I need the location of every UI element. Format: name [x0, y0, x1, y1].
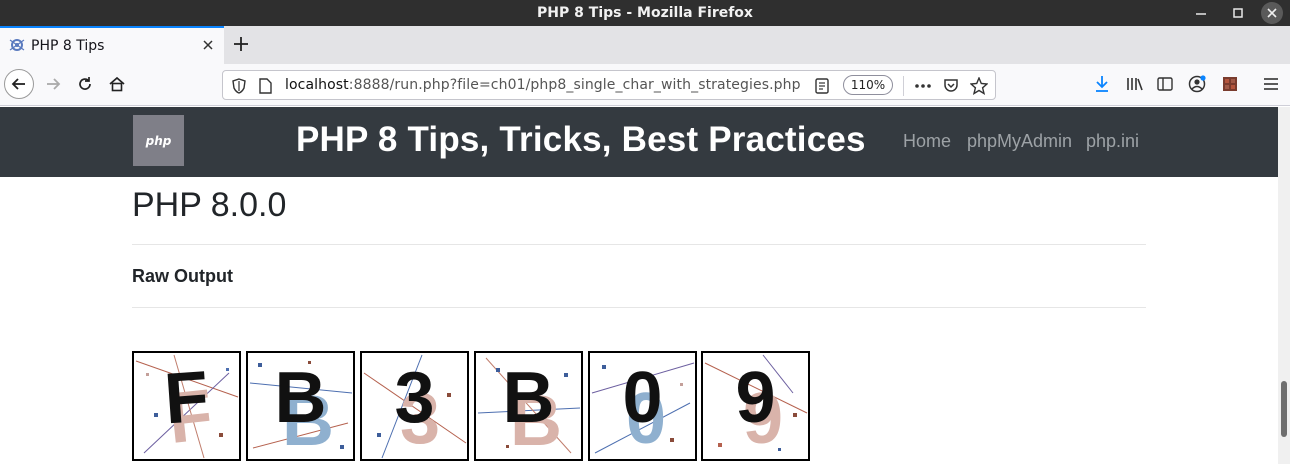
menu-button[interactable]: [1256, 69, 1286, 99]
close-icon: [1267, 8, 1277, 18]
php-version-heading: PHP 8.0.0: [132, 186, 287, 224]
site-title: PHP 8 Tips, Tricks, Best Practices: [296, 120, 866, 159]
account-button[interactable]: [1182, 69, 1212, 99]
captcha-char-image: 0 0: [588, 351, 697, 461]
site-header: php PHP 8 Tips, Tricks, Best Practices H…: [0, 107, 1278, 177]
back-button[interactable]: [4, 69, 34, 99]
library-icon: [1127, 78, 1143, 91]
arrow-right-icon: [47, 78, 61, 90]
home-icon: [109, 76, 125, 92]
divider: [132, 244, 1146, 245]
close-tab-button[interactable]: [199, 35, 217, 55]
url-text[interactable]: localhost:8888/run.php?file=ch01/php8_si…: [285, 77, 801, 93]
page-icon[interactable]: [255, 76, 275, 96]
shield-icon[interactable]: [229, 76, 249, 96]
account-icon: [1188, 75, 1206, 93]
section-heading: Raw Output: [132, 266, 233, 286]
pocket-icon[interactable]: [941, 76, 961, 96]
captcha-char: B: [502, 358, 555, 438]
zoom-level-button[interactable]: 110%: [843, 75, 893, 95]
captcha-char-image: F F: [132, 351, 241, 461]
url-path: :8888/run.php?file=ch01/php8_single_char…: [348, 77, 801, 93]
download-icon: [1096, 76, 1108, 92]
sidebar-button[interactable]: [1150, 69, 1180, 99]
new-tab-button[interactable]: [230, 32, 252, 56]
tab-php8-tips[interactable]: PHP 8 Tips: [0, 26, 224, 64]
nav-link-phpmyadmin[interactable]: phpMyAdmin: [967, 131, 1072, 152]
url-host: localhost: [285, 77, 349, 93]
reload-icon: [79, 77, 91, 90]
captcha-char: F: [161, 356, 212, 440]
url-bar[interactable]: localhost:8888/run.php?file=ch01/php8_si…: [222, 70, 996, 100]
captcha-char: 3: [394, 358, 435, 438]
navigation-toolbar: localhost:8888/run.php?file=ch01/php8_si…: [0, 64, 1290, 106]
captcha-char: 9: [735, 358, 776, 438]
nav-link-php-ini[interactable]: php.ini: [1086, 131, 1139, 152]
tab-strip: PHP 8 Tips: [0, 26, 1290, 64]
maximize-icon: [1233, 8, 1243, 18]
scrollbar-thumb[interactable]: [1281, 381, 1287, 437]
nav-link-home[interactable]: Home: [903, 131, 951, 152]
extension-button[interactable]: [1215, 69, 1245, 99]
captcha-char-image: B B: [474, 351, 583, 461]
window-titlebar: PHP 8 Tips - Mozilla Firefox: [0, 0, 1290, 26]
downloads-button[interactable]: [1087, 69, 1117, 99]
minimize-button[interactable]: [1190, 2, 1212, 24]
library-button[interactable]: [1120, 69, 1150, 99]
hamburger-menu-icon: [1264, 78, 1278, 90]
close-icon: [203, 40, 213, 50]
captcha-char-image: 3 3: [360, 351, 469, 461]
forward-button[interactable]: [38, 69, 68, 99]
home-button[interactable]: [102, 69, 132, 99]
captcha-char: 0: [622, 358, 663, 438]
plus-icon: [234, 37, 248, 51]
captcha-char-image: 9 9: [701, 351, 810, 461]
reader-view-icon[interactable]: [812, 76, 832, 96]
captcha-char-image: B B: [246, 351, 355, 461]
minimize-icon: [1196, 13, 1206, 15]
divider: [132, 307, 1146, 308]
window-title: PHP 8 Tips - Mozilla Firefox: [537, 5, 753, 21]
php-logo[interactable]: php: [133, 115, 184, 166]
more-icon[interactable]: [913, 76, 933, 96]
star-icon[interactable]: [969, 76, 989, 96]
maximize-button[interactable]: [1227, 2, 1249, 24]
arrow-left-icon: [11, 78, 25, 90]
sidebar-icon: [1157, 77, 1173, 91]
urlbar-divider: [903, 76, 904, 96]
captcha-char: B: [274, 358, 327, 438]
favicon-icon: [9, 39, 25, 51]
reload-button[interactable]: [70, 69, 100, 99]
tab-label: PHP 8 Tips: [31, 38, 105, 54]
logo-text: php: [145, 133, 172, 148]
extension-icon: [1223, 77, 1237, 91]
close-window-button[interactable]: [1261, 2, 1283, 24]
